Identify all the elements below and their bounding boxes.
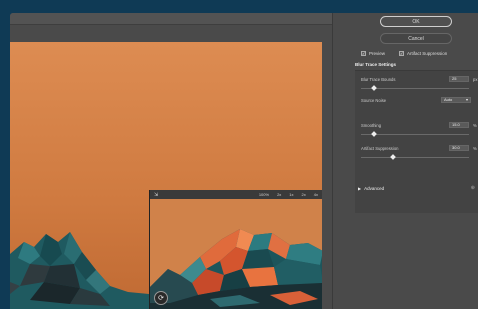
source-noise-value: Auto [444,97,453,102]
ok-button[interactable]: OK [380,16,452,27]
preview-canvas[interactable]: ⇲ 100% 2x 1x 2x 4x ⟳ [10,42,322,309]
blur-trace-bounds-unit: px [473,77,478,82]
preview-checkbox[interactable]: ✓ Preview [361,51,385,56]
expand-triangle-icon: ▶ [358,185,362,191]
zoom-1x[interactable]: 1x [289,192,293,197]
detail-preview-image [150,199,322,309]
artifact-suppression-label: Artifact Suppression [407,51,448,56]
zoom-2x-b[interactable]: 2x [302,192,306,197]
artifact-suppression-input[interactable]: 30.0 [449,145,469,151]
smoothing-unit: % [473,123,477,128]
blur-trace-bounds-slider[interactable] [361,85,469,91]
refresh-tool-icon[interactable]: ⟳ [154,291,168,305]
settings-sidebar: OK Cancel ✓ Preview ✓ Artifact Suppressi… [332,13,478,309]
zoom-2x-a[interactable]: 2x [277,192,281,197]
dialog-top-bar [10,13,332,25]
collapse-icon[interactable]: ⇲ [154,192,158,198]
smoothing-label: Smoothing [361,123,382,128]
cancel-button[interactable]: Cancel [380,33,452,44]
blur-trace-bounds-input[interactable]: 25 [449,76,469,82]
advanced-label: Advanced [364,185,385,191]
checkbox-row: ✓ Preview ✓ Artifact Suppression [361,51,447,56]
detail-toolbar: ⇲ 100% 2x 1x 2x 4x [150,190,322,199]
artifact-suppression-slider[interactable] [361,154,469,160]
slider-knob[interactable] [371,85,377,91]
slider-knob[interactable] [371,131,377,137]
source-noise-dropdown[interactable]: Auto ▾ [441,97,471,103]
add-blur-trace-icon[interactable]: ⊕ [471,185,475,191]
zoom-4x[interactable]: 4x [314,192,318,197]
detail-loupe[interactable]: ⇲ 100% 2x 1x 2x 4x ⟳ [149,190,322,309]
smoothing-slider[interactable] [361,131,469,137]
advanced-section-toggle[interactable]: ▶ Advanced ⊕ [355,183,478,193]
zoom-100[interactable]: 100% [259,192,269,197]
artifact-suppression-setting-label: Artifact Suppression [361,146,399,151]
preview-label: Preview [369,51,386,56]
artifact-suppression-checkbox[interactable]: ✓ Artifact Suppression [399,51,447,56]
slider-knob[interactable] [390,154,396,160]
checkbox-checked-icon: ✓ [399,51,405,56]
blur-trace-bounds-label: Blur Trace Bounds [361,77,396,82]
smoothing-input[interactable]: 15.0 [449,122,469,128]
shake-reduction-dialog: ⇲ 100% 2x 1x 2x 4x ⟳ OK Cancel ✓ Preview… [10,13,478,309]
checkbox-checked-icon: ✓ [361,51,366,56]
source-noise-label: Source Noise [361,98,387,103]
chevron-down-icon: ▾ [465,97,468,102]
settings-section-title: Blur Trace Settings [355,62,397,67]
artifact-suppression-unit: % [473,146,477,151]
